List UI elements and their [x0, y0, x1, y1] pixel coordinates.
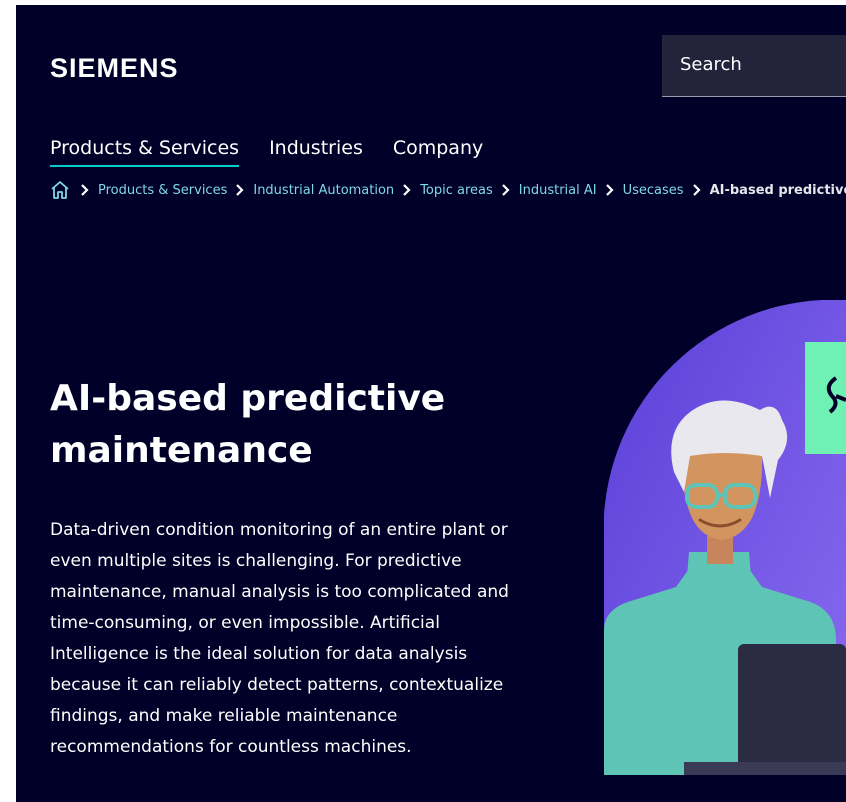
chevron-right-icon — [227, 184, 253, 196]
chevron-right-icon — [493, 184, 519, 196]
breadcrumb: Products & Services Industrial Automatio… — [50, 179, 846, 201]
hero-illustration — [604, 300, 846, 775]
breadcrumb-link-industrial-automation[interactable]: Industrial Automation — [253, 183, 394, 198]
chevron-right-icon — [597, 184, 623, 196]
search-input[interactable]: Search — [662, 35, 846, 97]
breadcrumb-link-topic-areas[interactable]: Topic areas — [420, 183, 493, 198]
hero-description: Data-driven condition monitoring of an e… — [50, 520, 509, 757]
page-title-line-2: maintenance — [50, 430, 313, 471]
page-title-line-1: AI-based predictive — [50, 378, 446, 419]
main-nav: Products & Services Industries Company — [50, 137, 483, 167]
home-icon[interactable] — [50, 179, 72, 201]
siemens-logo[interactable]: SIEMENS — [50, 53, 179, 84]
page-title: AI-based predictive maintenance — [50, 373, 570, 477]
search-label: Search — [680, 54, 742, 75]
nav-item-industries[interactable]: Industries — [269, 137, 363, 167]
page: SIEMENS Search Products & Services Indus… — [16, 5, 846, 802]
breadcrumb-link-products-services[interactable]: Products & Services — [98, 183, 227, 198]
nav-item-company[interactable]: Company — [393, 137, 483, 167]
chevron-right-icon — [394, 184, 420, 196]
nav-item-products-services[interactable]: Products & Services — [50, 137, 240, 167]
chevron-right-icon — [72, 184, 98, 196]
breadcrumb-current: AI-based predictive maintenance — [709, 182, 846, 198]
breadcrumb-link-usecases[interactable]: Usecases — [623, 183, 684, 198]
chevron-right-icon — [684, 184, 710, 196]
breadcrumb-link-industrial-ai[interactable]: Industrial AI — [519, 183, 597, 198]
